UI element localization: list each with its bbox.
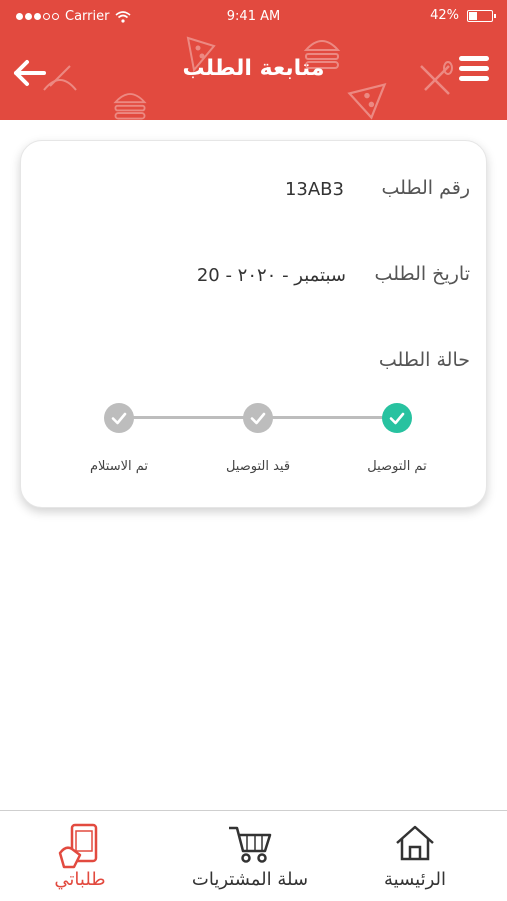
order-tracking-card: رقم الطلب 13AB3 تاريخ الطلب سبتمبر - ٢٠٢… [20,140,487,508]
order-number-label: رقم الطلب [381,177,470,199]
nav-home[interactable]: الرئيسية [340,811,490,901]
menu-button[interactable] [457,52,491,86]
nav-cart[interactable]: سلة المشتريات [175,811,325,901]
step-delivered-indicator [382,403,412,433]
app-header: متابعة الطلب [0,34,507,120]
check-icon [111,412,127,425]
battery-status: 42% [430,8,496,23]
nav-home-label: الرئيسية [384,869,446,890]
pizza-doodle-icon-2 [347,83,387,120]
step-received-indicator [104,403,134,433]
cart-icon [229,826,272,863]
battery-percent: 42% [430,8,459,23]
home-icon [396,825,434,861]
page-title: متابعة الطلب [182,56,325,81]
hamburger-menu-icon [459,56,489,81]
status-bar: Carrier 9:41 AM 42% [0,0,507,34]
step-in-delivery-label: قيد التوصيل [225,459,291,474]
battery-icon [467,9,496,22]
step-received-label: تم الاستلام [89,459,149,474]
order-status-label: حالة الطلب [378,349,470,371]
order-date-label: تاريخ الطلب [374,263,470,285]
bottom-navigation: الرئيسية سلة المشتريات طلباتي [0,810,507,901]
burger-doodle-icon-2 [113,93,147,120]
order-date-value: سبتمبر - ٢٠٢٠ - 20 [196,265,346,286]
nav-my-orders[interactable]: طلباتي [5,811,155,901]
step-in-delivery-indicator [243,403,273,433]
step-delivered-label: تم التوصيل [367,459,427,474]
nav-cart-label: سلة المشتريات [191,869,309,890]
phone-order-icon [58,823,98,869]
order-number-value: 13AB3 [284,179,344,200]
nav-my-orders-label: طلباتي [54,869,106,890]
check-icon [389,412,405,425]
check-icon [250,412,266,425]
